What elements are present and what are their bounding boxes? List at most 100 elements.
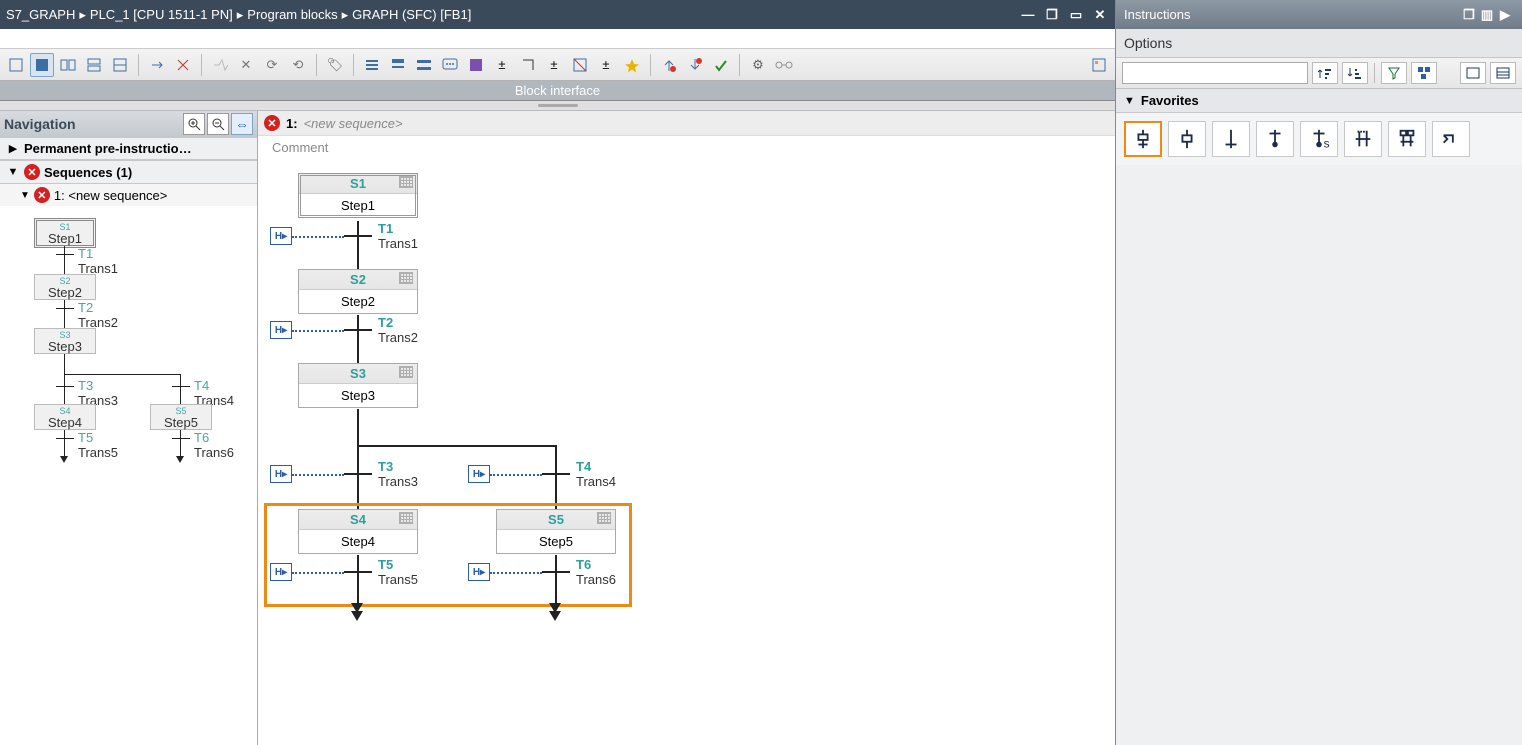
- zoom-out-button[interactable]: [207, 113, 229, 135]
- tb-btn-12[interactable]: [360, 53, 384, 77]
- close-icon[interactable]: ✕: [1091, 6, 1109, 24]
- search-asc-button[interactable]: [1312, 62, 1338, 84]
- nav-sequence-1[interactable]: ▼ ✕ 1: <new sequence>: [0, 184, 257, 206]
- tb-btn-10[interactable]: ⟳: [260, 53, 284, 77]
- panel-float-icon[interactable]: ❐: [1460, 6, 1478, 24]
- transition-t4[interactable]: T4Trans4: [576, 459, 616, 489]
- instructions-options-label[interactable]: Options: [1116, 29, 1522, 58]
- tb-btn-monitor[interactable]: ⚙: [746, 53, 770, 77]
- view-card-button[interactable]: [1460, 62, 1486, 84]
- mini-step-s2[interactable]: S2 Step2: [34, 274, 96, 300]
- crumb-plc[interactable]: PLC_1 [CPU 1511-1 PN]: [90, 7, 233, 22]
- block-interface-bar[interactable]: Block interface: [0, 81, 1115, 101]
- step-actions-icon[interactable]: [597, 512, 611, 524]
- fav-step-and-transition[interactable]: [1124, 121, 1162, 157]
- tb-btn-glasses[interactable]: [772, 53, 796, 77]
- zoom-fit-button[interactable]: ⇔: [231, 113, 253, 135]
- transition-t5[interactable]: T5Trans5: [378, 557, 418, 587]
- tb-btn-4[interactable]: [82, 53, 106, 77]
- transition-t2[interactable]: T2Trans2: [378, 315, 418, 345]
- tb-btn-20[interactable]: ±: [594, 53, 618, 77]
- tb-btn-1[interactable]: [4, 53, 28, 77]
- tb-btn-check[interactable]: [709, 53, 733, 77]
- transition-t6[interactable]: T6Trans6: [576, 557, 616, 587]
- tb-btn-fav[interactable]: [620, 53, 644, 77]
- tb-btn-16[interactable]: ±: [490, 53, 514, 77]
- transition-t3[interactable]: T3Trans3: [378, 459, 418, 489]
- instructions-search-input[interactable]: [1122, 62, 1308, 84]
- fav-close-branch[interactable]: [1432, 121, 1470, 157]
- fav-alternative-branch[interactable]: [1344, 121, 1382, 157]
- restore-icon[interactable]: ❐: [1043, 6, 1061, 24]
- transition-t1[interactable]: T1Trans1: [378, 221, 418, 251]
- hover-insert-icon[interactable]: H▸: [468, 563, 490, 581]
- filter-button[interactable]: [1381, 62, 1407, 84]
- step-actions-icon[interactable]: [399, 512, 413, 524]
- tb-btn-3[interactable]: [56, 53, 80, 77]
- step-s4[interactable]: S4 Step4: [298, 509, 418, 554]
- tb-btn-5[interactable]: [108, 53, 132, 77]
- tb-btn-19[interactable]: [568, 53, 592, 77]
- step-s3[interactable]: S3 Step3: [298, 363, 418, 408]
- tb-delete-row-button[interactable]: [171, 53, 195, 77]
- mini-step-s1[interactable]: S1 Step1: [34, 218, 96, 248]
- nav-sequences[interactable]: ▼ ✕ Sequences (1): [0, 160, 257, 184]
- sequence-number: 1:: [286, 116, 298, 131]
- sequence-header[interactable]: ✕ 1: <new sequence>: [258, 111, 1115, 136]
- view-list-button[interactable]: [1490, 62, 1516, 84]
- step-s5[interactable]: S5 Step5: [496, 509, 616, 554]
- step-actions-icon[interactable]: [399, 176, 413, 188]
- zoom-in-button[interactable]: [183, 113, 205, 135]
- tb-btn-14[interactable]: [412, 53, 436, 77]
- mini-step-s5[interactable]: S5 Step5: [150, 404, 212, 430]
- tb-btn-err-prev[interactable]: [657, 53, 681, 77]
- tb-btn-18[interactable]: ±: [542, 53, 566, 77]
- fav-step[interactable]: [1168, 121, 1206, 157]
- sequence-canvas[interactable]: S1 Step1 H▸ T1Trans1 S2 Step2 H▸ T2Tra: [258, 163, 1115, 745]
- hover-insert-icon[interactable]: H▸: [270, 465, 292, 483]
- hover-insert-icon[interactable]: H▸: [468, 465, 490, 483]
- panel-collapse-icon[interactable]: ▶: [1496, 6, 1514, 24]
- step-actions-icon[interactable]: [399, 366, 413, 378]
- hover-insert-icon[interactable]: H▸: [270, 321, 292, 339]
- fav-simultaneous-branch[interactable]: [1388, 121, 1426, 157]
- float-icon[interactable]: ▭: [1067, 6, 1085, 24]
- tb-btn-11[interactable]: ⟲: [286, 53, 310, 77]
- step-actions-icon[interactable]: [399, 272, 413, 284]
- tb-btn-17[interactable]: [516, 53, 540, 77]
- crumb-project[interactable]: S7_GRAPH: [6, 7, 75, 22]
- tb-btn-8[interactable]: [208, 53, 232, 77]
- panel-column-icon[interactable]: ▥: [1478, 6, 1496, 24]
- tb-insert-row-button[interactable]: [145, 53, 169, 77]
- tb-btn-15[interactable]: [464, 53, 488, 77]
- favorites-header[interactable]: ▼ Favorites: [1116, 89, 1522, 113]
- tb-btn-2[interactable]: [30, 53, 54, 77]
- tb-btn-properties[interactable]: [1087, 53, 1111, 77]
- splitter-handle[interactable]: [0, 101, 1115, 111]
- step-s2[interactable]: S2 Step2: [298, 269, 418, 314]
- minimize-icon[interactable]: —: [1019, 6, 1037, 24]
- tb-btn-tag[interactable]: 🏷: [323, 53, 347, 77]
- mini-step-s3[interactable]: S3 Step3: [34, 328, 96, 354]
- triangle-down-icon: ▼: [20, 190, 30, 201]
- hover-insert-icon[interactable]: H▸: [270, 227, 292, 245]
- navigation-preview[interactable]: S1 Step1 T1Trans1 S2 Step2 T2Trans2 S3 S…: [0, 206, 257, 745]
- nav-pre-instructions[interactable]: ▶ Permanent pre-instructio…: [0, 137, 257, 160]
- fav-sequence-end[interactable]: [1256, 121, 1294, 157]
- search-desc-button[interactable]: [1342, 62, 1368, 84]
- tb-btn-13[interactable]: [386, 53, 410, 77]
- fav-transition[interactable]: [1212, 121, 1250, 157]
- crumb-folder[interactable]: Program blocks: [247, 7, 337, 22]
- chevron-down-icon: ▼: [6, 166, 20, 178]
- step-s1[interactable]: S1 Step1: [298, 173, 418, 218]
- sequence-name[interactable]: <new sequence>: [304, 116, 403, 131]
- tb-btn-9[interactable]: ✕: [234, 53, 258, 77]
- crumb-block[interactable]: GRAPH (SFC) [FB1]: [352, 7, 471, 22]
- tb-btn-err-next[interactable]: [683, 53, 707, 77]
- fav-jump[interactable]: s: [1300, 121, 1338, 157]
- mini-step-s4[interactable]: S4 Step4: [34, 404, 96, 430]
- hover-insert-icon[interactable]: H▸: [270, 563, 292, 581]
- sequence-comment[interactable]: Comment: [258, 136, 1115, 163]
- tree-button[interactable]: [1411, 62, 1437, 84]
- tb-btn-comment[interactable]: [438, 53, 462, 77]
